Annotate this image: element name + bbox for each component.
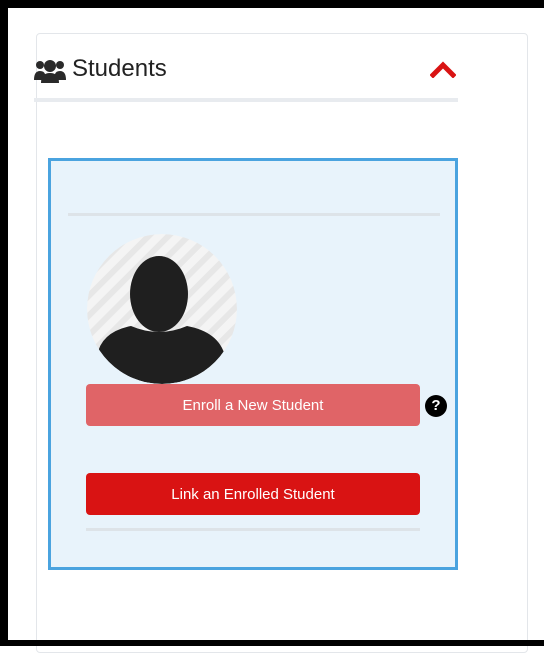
students-card-header: Students — [34, 52, 458, 96]
enroll-new-student-button[interactable]: Enroll a New Student — [86, 384, 420, 426]
collapse-toggle-button[interactable] — [428, 58, 458, 84]
panel-divider-top — [68, 213, 440, 216]
student-panel: Enroll a New Student ? Link an Enrolled … — [48, 158, 458, 570]
help-icon[interactable]: ? — [425, 395, 447, 417]
student-avatar — [87, 234, 237, 384]
window-frame-left — [0, 0, 8, 646]
section-title: Students — [72, 55, 167, 82]
header-divider — [34, 98, 458, 102]
link-enrolled-student-button[interactable]: Link an Enrolled Student — [86, 473, 420, 515]
window-frame-top — [0, 0, 544, 8]
window-frame-bottom — [0, 640, 544, 646]
chevron-up-icon — [429, 60, 457, 83]
users-icon — [34, 58, 66, 84]
user-silhouette-icon — [87, 234, 237, 384]
panel-divider-bottom — [86, 528, 420, 531]
